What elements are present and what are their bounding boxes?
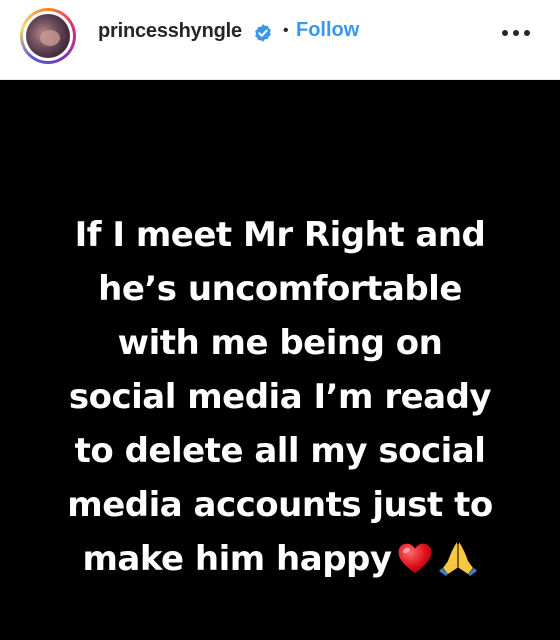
post-text-line: make him happy bbox=[82, 539, 392, 579]
post-text-line: social media I’m ready bbox=[68, 377, 492, 417]
post-text: If I meet Mr Right and he’s uncomfortabl… bbox=[30, 208, 530, 586]
post-text-line: he’s uncomfortable bbox=[98, 269, 462, 309]
follow-button[interactable]: Follow bbox=[296, 19, 359, 42]
folded-hands-icon bbox=[438, 542, 477, 576]
separator-dot: • bbox=[283, 22, 289, 39]
username-link[interactable]: princesshyngle bbox=[98, 20, 242, 43]
red-heart-icon bbox=[398, 543, 432, 574]
post-text-last-line: make him happy bbox=[30, 532, 530, 586]
post-header: princesshyngle • Follow bbox=[0, 0, 560, 80]
post-text-line: media accounts just to bbox=[67, 485, 493, 525]
story-ring[interactable] bbox=[20, 8, 76, 64]
post-image[interactable]: If I meet Mr Right and he’s uncomfortabl… bbox=[0, 80, 560, 640]
post-text-line: to delete all my social bbox=[74, 431, 486, 471]
avatar-frame bbox=[23, 11, 73, 61]
avatar[interactable] bbox=[26, 14, 70, 58]
verified-badge-icon bbox=[255, 24, 271, 42]
more-options-icon[interactable] bbox=[496, 26, 536, 40]
post-text-line: If I meet Mr Right and bbox=[74, 215, 486, 255]
post-text-line: with me being on bbox=[117, 323, 443, 363]
